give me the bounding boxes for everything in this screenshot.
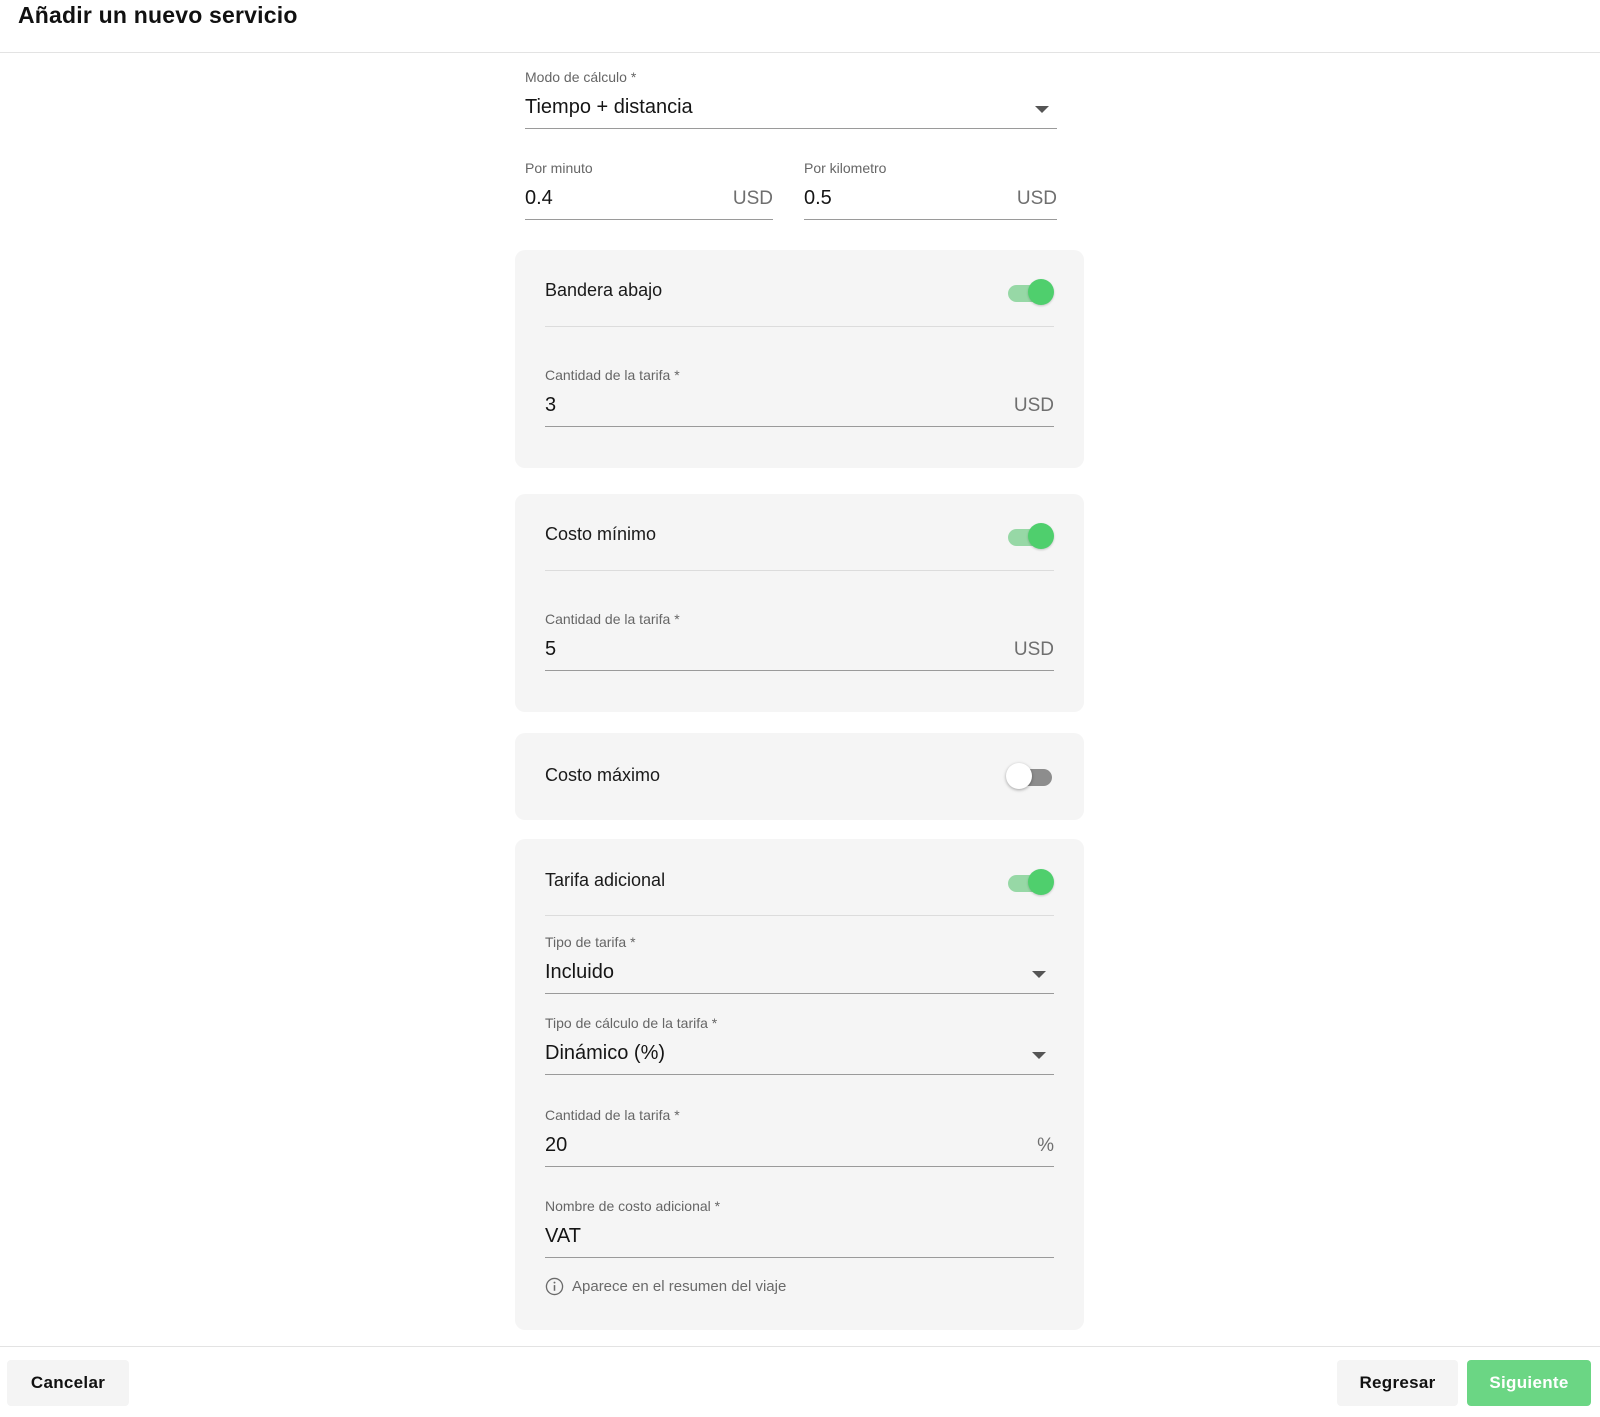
min-cost-amount-label: Cantidad de la tarifa * [545, 611, 680, 627]
min-cost-amount-value: 5 [545, 638, 557, 660]
fee-type-label: Tipo de tarifa * [545, 934, 636, 950]
back-button[interactable]: Regresar [1337, 1360, 1458, 1406]
cancel-button[interactable]: Cancelar [7, 1360, 129, 1406]
main-content: Modo de cálculo * Tiempo + distancia Por… [0, 53, 1600, 1346]
per-minute-field[interactable]: Por minuto 0.4 USD [525, 160, 773, 222]
extra-fee-name-value: VAT [545, 1225, 581, 1247]
max-cost-card: Costo máximo [515, 733, 1084, 820]
max-cost-title: Costo máximo [545, 765, 661, 785]
caret-down-icon [1032, 1052, 1046, 1059]
extra-fee-name-label: Nombre de costo adicional * [545, 1198, 721, 1214]
flag-down-toggle[interactable] [1006, 278, 1054, 306]
calc-mode-value: Tiempo + distancia [525, 96, 693, 118]
field-underline [545, 426, 1054, 427]
per-minute-unit: USD [732, 188, 773, 209]
extra-fee-card: Tarifa adicional Tipo de tarifa * Inclui… [515, 839, 1084, 1330]
toggle-thumb [1006, 763, 1032, 789]
extra-fee-amount-label: Cantidad de la tarifa * [545, 1107, 680, 1123]
field-underline [525, 128, 1057, 129]
fee-calc-type-select[interactable]: Tipo de cálculo de la tarifa * Dinámico … [545, 1015, 1054, 1077]
card-divider [545, 570, 1054, 571]
extra-fee-toggle[interactable] [1006, 868, 1054, 896]
toggle-thumb [1028, 523, 1054, 549]
caret-down-icon [1035, 106, 1049, 113]
flag-down-amount-label: Cantidad de la tarifa * [545, 367, 680, 383]
per-km-value: 0.5 [804, 187, 832, 209]
toggle-thumb [1028, 869, 1054, 895]
extra-fee-amount-value: 20 [545, 1134, 568, 1156]
field-underline [545, 1166, 1054, 1167]
flag-down-title: Bandera abajo [545, 280, 663, 300]
next-button[interactable]: Siguiente [1467, 1360, 1591, 1406]
per-minute-label: Por minuto [525, 160, 593, 176]
min-cost-amount-unit: USD [1013, 639, 1054, 660]
card-divider [545, 326, 1054, 327]
field-underline [545, 1257, 1054, 1258]
caret-down-icon [1032, 971, 1046, 978]
fee-type-value: Incluido [545, 961, 614, 983]
helper-text: Aparece en el resumen del viaje [572, 1278, 787, 1295]
extra-fee-name-field[interactable]: Nombre de costo adicional * VAT [545, 1198, 1054, 1260]
extra-fee-title: Tarifa adicional [545, 870, 666, 890]
flag-down-amount-value: 3 [545, 394, 557, 416]
min-cost-amount-field[interactable]: Cantidad de la tarifa * 5 USD [545, 611, 1054, 673]
field-underline [545, 1074, 1054, 1075]
calculation-form: Modo de cálculo * Tiempo + distancia Por… [515, 53, 1084, 233]
field-underline [525, 219, 773, 220]
min-cost-title: Costo mínimo [545, 524, 657, 544]
min-cost-card: Costo mínimo Cantidad de la tarifa * 5 U… [515, 494, 1084, 712]
fee-type-select[interactable]: Tipo de tarifa * Incluido [545, 934, 1054, 996]
flag-down-amount-unit: USD [1013, 395, 1054, 416]
per-km-unit: USD [1016, 188, 1057, 209]
field-underline [545, 993, 1054, 994]
header: Añadir un nuevo servicio [0, 0, 1600, 53]
calc-mode-label: Modo de cálculo * [525, 69, 637, 85]
calc-mode-select[interactable]: Modo de cálculo * Tiempo + distancia [525, 69, 1057, 131]
card-divider [545, 915, 1054, 916]
footer: Cancelar Regresar Siguiente [0, 1346, 1600, 1417]
field-underline [545, 670, 1054, 671]
info-icon [545, 1277, 564, 1296]
flag-down-amount-field[interactable]: Cantidad de la tarifa * 3 USD [545, 367, 1054, 429]
per-km-label: Por kilometro [804, 160, 887, 176]
field-underline [804, 219, 1057, 220]
min-cost-toggle[interactable] [1006, 522, 1054, 550]
per-km-field[interactable]: Por kilometro 0.5 USD [804, 160, 1057, 222]
max-cost-toggle[interactable] [1006, 762, 1054, 790]
extra-fee-amount-field[interactable]: Cantidad de la tarifa * 20 % [545, 1107, 1054, 1169]
extra-fee-amount-unit: % [1037, 1135, 1054, 1156]
fee-calc-type-value: Dinámico (%) [545, 1042, 666, 1064]
extra-fee-helper: Aparece en el resumen del viaje [545, 1277, 786, 1296]
flag-down-card: Bandera abajo Cantidad de la tarifa * 3 … [515, 250, 1084, 468]
page-title: Añadir un nuevo servicio [18, 2, 298, 28]
toggle-thumb [1028, 279, 1054, 305]
per-minute-value: 0.4 [525, 187, 553, 209]
fee-calc-type-label: Tipo de cálculo de la tarifa * [545, 1015, 718, 1031]
